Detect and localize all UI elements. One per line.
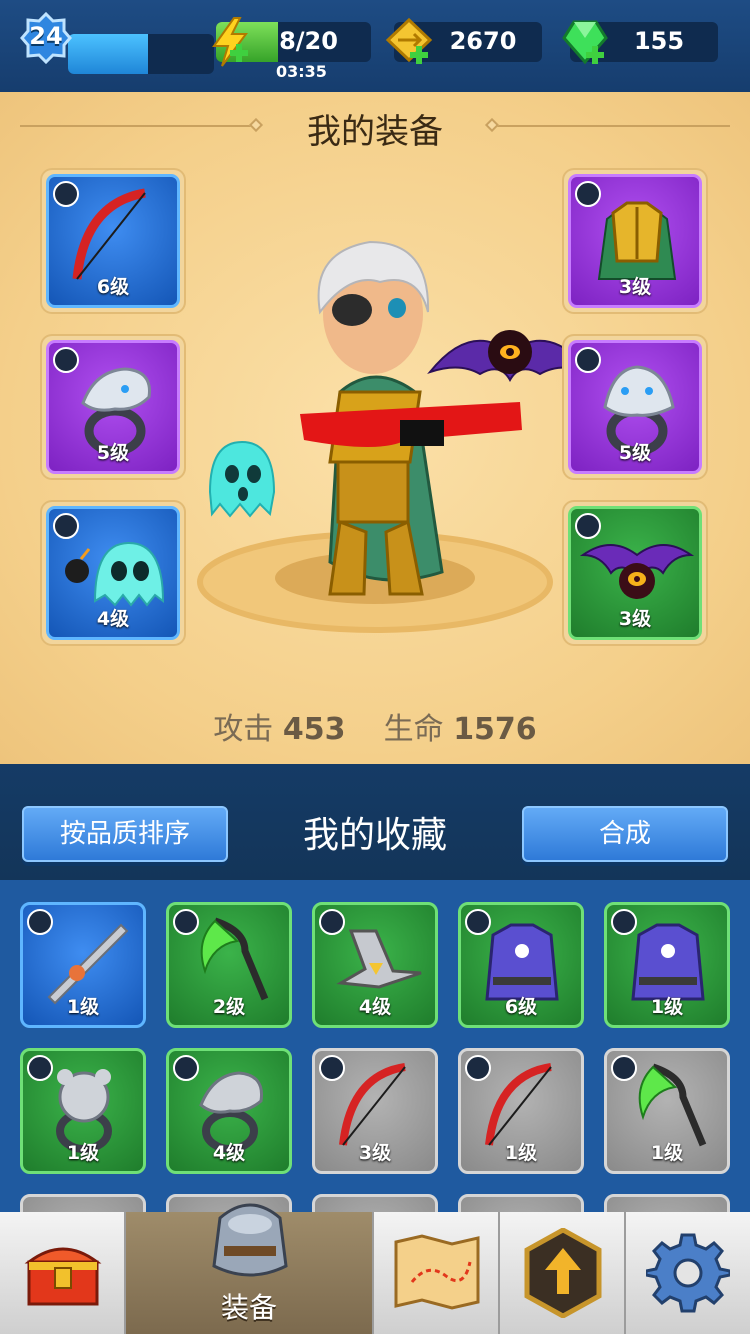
treasure-chest-icon [24, 1247, 102, 1306]
xp-bar [68, 34, 214, 74]
attack-label: 攻击 [213, 712, 274, 747]
item-level: 1级 [504, 1142, 538, 1164]
attack-value: 453 [282, 712, 346, 747]
equip-level: 3级 [618, 608, 652, 630]
gold-value: 2670 [449, 27, 517, 55]
hero-stats: 攻击 453 生命 1576 [0, 704, 750, 748]
hero-stage [197, 240, 580, 633]
equipment-title: 我的装备 [307, 112, 443, 152]
energy-counter[interactable]: 8/20 [212, 17, 371, 67]
xp-bar-fill [68, 34, 149, 74]
nav-tab-settings[interactable] [626, 1212, 750, 1334]
collection-item[interactable]: 3级 [312, 1048, 438, 1174]
collection-item-partial[interactable] [604, 1194, 730, 1214]
equip-slot-ring-2[interactable]: 5级 [562, 334, 708, 480]
gem-value: 155 [633, 27, 685, 55]
equip-level: 6级 [96, 276, 130, 298]
equip-level: 3级 [618, 276, 652, 298]
item-level: 1级 [650, 996, 684, 1018]
gear-icon [646, 1233, 730, 1313]
top-resource-bar: 24 8/20 03:35 2670 155 [0, 0, 750, 92]
item-level: 2级 [212, 996, 246, 1018]
equip-level: 5级 [618, 442, 652, 464]
item-level: 3级 [358, 1142, 392, 1164]
collection-header: 按品质排序 我的收藏 合成 [0, 764, 750, 880]
nav-tab-chest[interactable] [0, 1212, 126, 1334]
item-level: 1级 [66, 996, 100, 1018]
bottom-nav: 装备 [0, 1203, 750, 1334]
hp-value: 1576 [453, 712, 537, 747]
energy-timer: 03:35 [276, 62, 327, 81]
collection-item[interactable]: 1级 [604, 1048, 730, 1174]
equip-slot-armor[interactable]: 3级 [562, 168, 708, 314]
equip-level: 4级 [96, 608, 130, 630]
nav-tab-label: 装备 [220, 1291, 277, 1324]
nav-tab-map[interactable] [374, 1212, 500, 1334]
collection-item[interactable]: 1级 [20, 1048, 146, 1174]
item-level: 4级 [212, 1142, 246, 1164]
nav-tab-upgrade[interactable] [500, 1212, 626, 1334]
ghost-pet-figure [208, 440, 276, 518]
nav-tab-equipment[interactable]: 装备 [126, 1203, 374, 1334]
equip-slot-pet-2[interactable]: 3级 [562, 500, 708, 646]
collection-item-partial[interactable] [312, 1194, 438, 1214]
gold-counter[interactable]: 2670 [385, 17, 542, 64]
item-level: 1级 [66, 1142, 100, 1164]
collection-item[interactable]: 1级 [458, 1048, 584, 1174]
merge-button[interactable]: 合成 [522, 806, 728, 862]
hero-figure [300, 240, 522, 596]
collection-grid: 1级 2级 4级 6级 1级 1级 4级 3级 1级 1级 [0, 880, 750, 1214]
collection-item[interactable]: 1级 [604, 902, 730, 1028]
bat-pet-figure [427, 330, 580, 383]
equip-slot-pet[interactable]: 4级 [40, 500, 186, 646]
energy-value: 8/20 [279, 27, 338, 55]
hp-label: 生命 [383, 712, 444, 747]
map-icon [394, 1234, 480, 1310]
collection-item[interactable]: 6级 [458, 902, 584, 1028]
collection-item[interactable]: 2级 [166, 902, 292, 1028]
collection-item-partial[interactable] [458, 1194, 584, 1214]
collection-item[interactable]: 4级 [166, 1048, 292, 1174]
collection-item[interactable]: 4级 [312, 902, 438, 1028]
item-level: 6级 [504, 996, 538, 1018]
collection-item-partial[interactable] [20, 1194, 146, 1214]
equip-slot-ring[interactable]: 5级 [40, 334, 186, 480]
equip-level: 5级 [96, 442, 130, 464]
equip-slot-weapon[interactable]: 6级 [40, 168, 186, 314]
collection-item[interactable]: 1级 [20, 902, 146, 1028]
armor-icon [212, 1203, 288, 1277]
upgrade-arrow-icon [524, 1228, 602, 1318]
equipment-panel: 我的装备 6级 5级 4级 3级 5级 3级 攻击 453 生命 1576 [0, 92, 750, 764]
level-number: 24 [29, 22, 63, 50]
gem-counter[interactable]: 155 [562, 20, 718, 65]
item-level: 1级 [650, 1142, 684, 1164]
item-level: 4级 [358, 996, 392, 1018]
